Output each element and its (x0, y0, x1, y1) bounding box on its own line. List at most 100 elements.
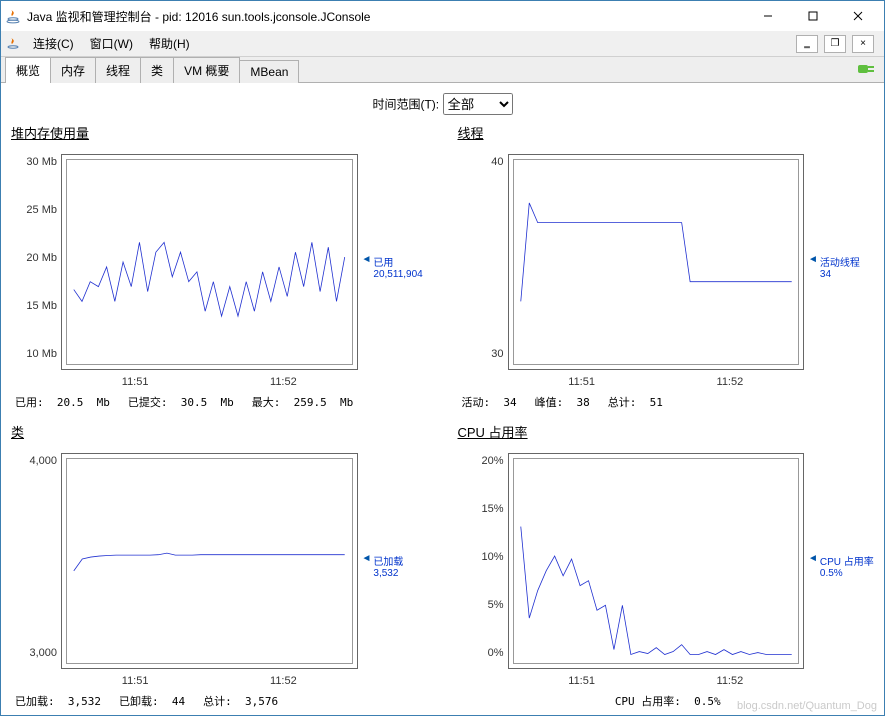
side-label: ◄已加载3,532 (358, 443, 428, 689)
y-tick: 15% (458, 503, 504, 515)
minimize-button[interactable] (745, 2, 790, 30)
java-icon (5, 36, 21, 52)
y-axis: 20% 15% 10% 5% 0% (458, 443, 508, 689)
stat-item: 总计: 51 (608, 394, 663, 410)
close-icon (853, 11, 863, 21)
plot-area[interactable] (508, 154, 805, 370)
stat-item: 已卸载: 44 (119, 693, 185, 709)
y-tick: 30 Mb (11, 156, 57, 168)
menu-help[interactable]: 帮助(H) (141, 31, 198, 56)
y-tick: 20 Mb (11, 252, 57, 264)
stat-item: 活动: 34 (462, 394, 517, 410)
x-tick: 11:51 (122, 376, 149, 388)
side-label: ◄已用20,511,904 (358, 144, 428, 390)
x-axis: 11:51 11:52 (508, 370, 805, 390)
stat-item: 最大: 259.5 Mb (252, 394, 353, 410)
mdi-close-icon: × (860, 38, 866, 49)
chart-body: 40 30 11:51 11:52 ◄活动线程34 (458, 144, 875, 390)
titlebar: Java 监视和管理控制台 - pid: 12016 sun.tools.jco… (1, 1, 884, 31)
time-range-select[interactable]: 全部 (443, 93, 513, 115)
window-title: Java 监视和管理控制台 - pid: 12016 sun.tools.jco… (27, 8, 745, 25)
tab-mbean[interactable]: MBean (239, 60, 299, 83)
x-tick: 11:51 (568, 376, 595, 388)
maximize-button[interactable] (790, 2, 835, 30)
y-axis: 30 Mb 25 Mb 20 Mb 15 Mb 10 Mb (11, 144, 61, 390)
y-tick: 3,000 (11, 647, 57, 659)
side-label-title: CPU 占用率 (820, 557, 874, 568)
series-line (62, 454, 357, 668)
java-icon (5, 8, 21, 24)
y-tick: 0% (458, 647, 504, 659)
y-tick: 20% (458, 455, 504, 467)
chart-body: 30 Mb 25 Mb 20 Mb 15 Mb 10 Mb 11:51 11:52 ◄已用20… (11, 144, 428, 390)
y-tick: 4,000 (11, 455, 57, 467)
chart-panel-threads: 线程 40 30 11:51 11:52 ◄活动线程34 活动: 34峰值: 38总计: 5… (458, 123, 875, 410)
stat-item: 总计: 3,576 (203, 693, 278, 709)
x-axis: 11:51 11:52 (61, 370, 358, 390)
mdi-restore-button[interactable]: ❐ (824, 35, 846, 53)
chart-title: 堆内存使用量 (11, 123, 428, 142)
chart-title: 类 (11, 422, 428, 441)
y-tick: 10 Mb (11, 348, 57, 360)
stats-row: 已用: 20.5 Mb 已提交: 30.5 Mb 最大: 259.5 Mb (11, 390, 428, 410)
stats-row: 已加载: 3,532已卸载: 44总计: 3,576 (11, 689, 428, 709)
y-tick: 5% (458, 599, 504, 611)
side-label-title: 活动线程 (820, 258, 860, 269)
stat-item: 已用: 20.5 Mb (15, 394, 110, 410)
side-label-title: 已用 (373, 258, 393, 269)
menu-window[interactable]: 窗口(W) (82, 31, 141, 56)
y-tick: 30 (458, 348, 504, 360)
chart-panel-cpu: CPU 占用率20%15%10%5%0%11:5111:52◄CPU 占用率0.… (458, 422, 875, 709)
tab-overview[interactable]: 概览 (5, 57, 51, 83)
side-label: ◄CPU 占用率0.5% (804, 443, 874, 689)
y-tick: 15 Mb (11, 300, 57, 312)
mdi-close-button[interactable]: × (852, 35, 874, 53)
x-tick: 11:51 (568, 675, 595, 687)
y-tick: 10% (458, 551, 504, 563)
caret-icon: ◄ (362, 254, 372, 265)
chart-panel-classes: 类4,0003,00011:5111:52◄已加载3,532已加载: 3,532… (11, 422, 428, 709)
stats-row: 活动: 34峰值: 38总计: 51 (458, 390, 875, 410)
side-label-value: 20,511,904 (373, 269, 422, 280)
close-button[interactable] (835, 2, 880, 30)
series-line (509, 155, 804, 369)
y-tick: 40 (458, 156, 504, 168)
x-tick: 11:52 (717, 675, 744, 687)
minimize-icon (763, 11, 773, 21)
chart-title: CPU 占用率 (458, 422, 875, 441)
x-axis: 11:51 11:52 (508, 669, 805, 689)
content-area: 时间范围(T): 全部 堆内存使用量 30 Mb 25 Mb 20 Mb 15 Mb 10… (1, 83, 884, 715)
plug-icon[interactable] (856, 61, 876, 77)
x-tick: 11:52 (270, 376, 297, 388)
x-tick: 11:52 (717, 376, 744, 388)
caret-icon: ◄ (808, 254, 818, 265)
x-tick: 11:52 (270, 675, 297, 687)
mdi-minimize-button[interactable]: ‗ (796, 35, 818, 53)
tab-vm[interactable]: VM 概要 (173, 57, 240, 83)
chart-body: 20% 15% 10% 5% 0% 11:51 11:52 ◄CPU 占用率0.5% (458, 443, 875, 689)
chart-title: 线程 (458, 123, 875, 142)
series-line (62, 155, 357, 369)
maximize-icon (808, 11, 818, 21)
side-label-title: 已加载 (373, 557, 403, 568)
tab-threads[interactable]: 线程 (95, 57, 141, 83)
menu-connect[interactable]: 连接(C) (25, 31, 82, 56)
y-axis: 40 30 (458, 144, 508, 390)
tab-memory[interactable]: 内存 (50, 57, 96, 83)
time-range-row: 时间范围(T): 全部 (11, 93, 874, 115)
side-label-value: 34 (820, 269, 860, 280)
plot-area[interactable] (61, 154, 358, 370)
caret-icon: ◄ (808, 553, 818, 564)
charts-grid: 堆内存使用量 30 Mb 25 Mb 20 Mb 15 Mb 10 Mb 11:51 11:5… (11, 123, 874, 709)
tab-classes[interactable]: 类 (140, 57, 174, 83)
y-tick: 25 Mb (11, 204, 57, 216)
side-label-value: 3,532 (373, 568, 403, 579)
stat-item: 已提交: 30.5 Mb (128, 394, 234, 410)
plot-area[interactable] (508, 453, 805, 669)
stats-row: CPU 占用率: 0.5% (458, 689, 875, 709)
plot-area[interactable] (61, 453, 358, 669)
tabbar: 概览 内存 线程 类 VM 概要 MBean (1, 57, 884, 83)
x-axis: 11:5111:52 (61, 669, 358, 689)
mdi-minimize-icon: ‗ (804, 38, 810, 49)
side-label-value: 0.5% (820, 568, 874, 579)
